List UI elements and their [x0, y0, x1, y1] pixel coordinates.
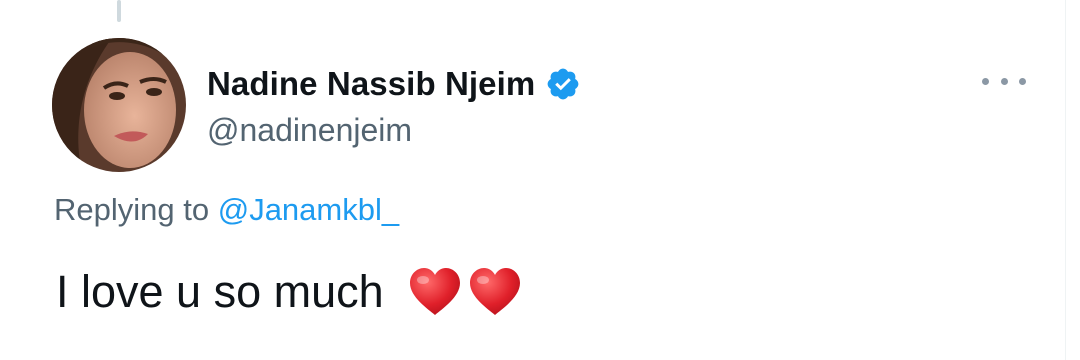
thread-connector-line [117, 0, 121, 22]
more-options-icon[interactable] [982, 70, 1026, 92]
red-heart-icon [408, 267, 462, 317]
display-name[interactable]: Nadine Nassib Njeim [207, 65, 535, 103]
dot-icon [1000, 77, 1008, 85]
avatar[interactable] [52, 38, 186, 172]
author-name-row: Nadine Nassib Njeim [207, 62, 581, 106]
dot-icon [1019, 77, 1026, 85]
column-border [1065, 0, 1066, 360]
verified-badge-icon [545, 66, 581, 102]
emoji-group [408, 267, 522, 317]
replying-to-handle-link[interactable]: @Janamkbl_ [218, 192, 399, 227]
tweet-body-text: I love u so much [56, 266, 384, 317]
avatar-image [52, 38, 186, 172]
author-handle[interactable]: @nadinenjeim [207, 112, 412, 149]
red-heart-icon [468, 267, 522, 317]
tweet-text: I love u so much [56, 262, 522, 322]
dot-icon [982, 77, 989, 85]
replying-to-line: Replying to @Janamkbl_ [54, 192, 399, 228]
replying-prefix: Replying to [54, 192, 210, 227]
